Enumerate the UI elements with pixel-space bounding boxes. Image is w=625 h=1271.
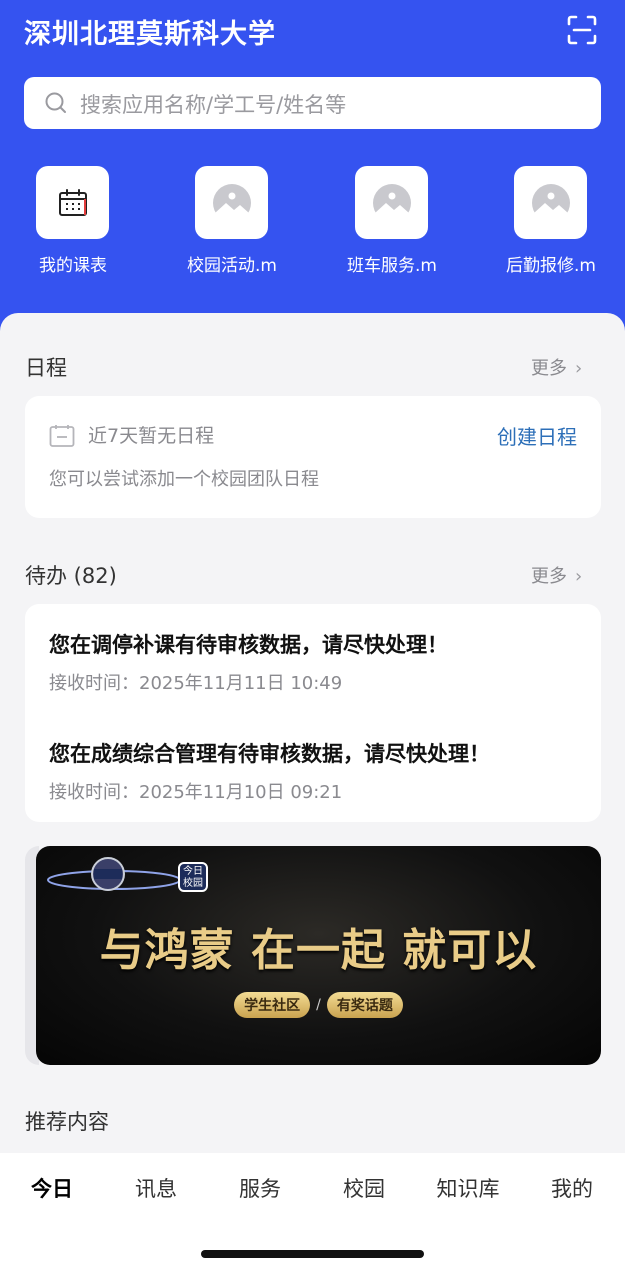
school-name: 深圳北理莫斯科大学 <box>24 19 276 50</box>
scan-icon[interactable] <box>566 14 598 46</box>
recommend-title: 推荐内容 <box>25 1110 109 1134</box>
todo-title: 待办 (82) <box>25 564 117 588</box>
quick-app-label: 校园活动.m <box>187 256 277 276</box>
quick-app-repair[interactable]: 后勤报修.m <box>481 166 621 276</box>
banner-separator: / <box>316 997 321 1013</box>
more-label: 更多 <box>531 566 567 587</box>
create-schedule-button[interactable]: 创建日程 <box>497 421 577 450</box>
image-placeholder-icon <box>355 166 428 239</box>
tab-me[interactable]: 我的 <box>520 1173 624 1203</box>
banner-pill-topic: 有奖话题 <box>326 992 403 1018</box>
quick-app-campus-activities[interactable]: 校园活动.m <box>162 166 302 276</box>
banner-slogan: 与鸿蒙 在一起 就可以 <box>99 925 538 976</box>
schedule-title: 日程 <box>25 356 67 380</box>
home-indicator[interactable] <box>201 1250 424 1258</box>
schedule-card: 近7天暂无日程 创建日程 您可以尝试添加一个校园团队日程 <box>25 396 601 518</box>
todo-item-time: 接收时间：2025年11月11日 10:49 <box>49 673 343 694</box>
schedule-empty-text: 近7天暂无日程 <box>88 425 215 447</box>
banner-pills: 学生社区 / 有奖话题 <box>36 992 601 1018</box>
chevron-right-icon: › <box>575 358 583 379</box>
schedule-more-link[interactable]: 更多 › <box>531 354 582 380</box>
quick-app-schedule[interactable]: 我的课表 <box>3 166 143 276</box>
quick-app-label: 班车服务.m <box>347 256 437 276</box>
quick-app-label: 我的课表 <box>39 256 107 276</box>
image-placeholder-icon <box>195 166 268 239</box>
todo-card: 您在调停补课有待审核数据，请尽快处理！ 接收时间：2025年11月11日 10:… <box>25 604 601 822</box>
chevron-right-icon: › <box>575 566 583 587</box>
todo-item-title: 您在成绩综合管理有待审核数据，请尽快处理！ <box>49 742 490 766</box>
tab-today[interactable]: 今日 <box>0 1173 104 1203</box>
todo-item-title: 您在调停补课有待审核数据，请尽快处理！ <box>49 633 448 657</box>
quick-app-shuttle-bus[interactable]: 班车服务.m <box>322 166 462 276</box>
tab-messages[interactable]: 讯息 <box>104 1173 208 1203</box>
banner-pill-community: 学生社区 <box>234 992 311 1018</box>
tab-services[interactable]: 服务 <box>208 1173 312 1203</box>
today-campus-tag: 今日校园 <box>178 862 208 892</box>
tab-knowledge-base[interactable]: 知识库 <box>416 1173 520 1203</box>
header: 深圳北理莫斯科大学 搜索应用名称/学工号/姓名等 我的课表 校园活动.m 班车服… <box>0 0 625 345</box>
quick-app-label: 后勤报修.m <box>506 256 596 276</box>
schedule-hint: 您可以尝试添加一个校园团队日程 <box>49 469 319 490</box>
image-placeholder-icon <box>514 166 587 239</box>
bottom-tab-bar: 今日 讯息 服务 校园 知识库 我的 <box>0 1153 625 1271</box>
search-input[interactable]: 搜索应用名称/学工号/姓名等 <box>24 77 601 129</box>
calendar-empty-icon <box>49 424 75 448</box>
banner-logo <box>47 857 181 891</box>
todo-item-time: 接收时间：2025年11月10日 09:21 <box>49 782 343 803</box>
todo-item[interactable]: 您在调停补课有待审核数据，请尽快处理！ 接收时间：2025年11月11日 10:… <box>49 629 589 695</box>
search-icon <box>44 91 68 115</box>
tab-campus[interactable]: 校园 <box>312 1173 416 1203</box>
search-placeholder: 搜索应用名称/学工号/姓名等 <box>80 93 347 117</box>
todo-item[interactable]: 您在成绩综合管理有待审核数据，请尽快处理！ 接收时间：2025年11月10日 0… <box>49 738 589 804</box>
more-label: 更多 <box>531 358 567 379</box>
todo-more-link[interactable]: 更多 › <box>531 562 582 588</box>
calendar-icon <box>36 166 109 239</box>
promo-banner[interactable]: 今日校园 与鸿蒙 在一起 就可以 学生社区 / 有奖话题 <box>36 846 601 1065</box>
